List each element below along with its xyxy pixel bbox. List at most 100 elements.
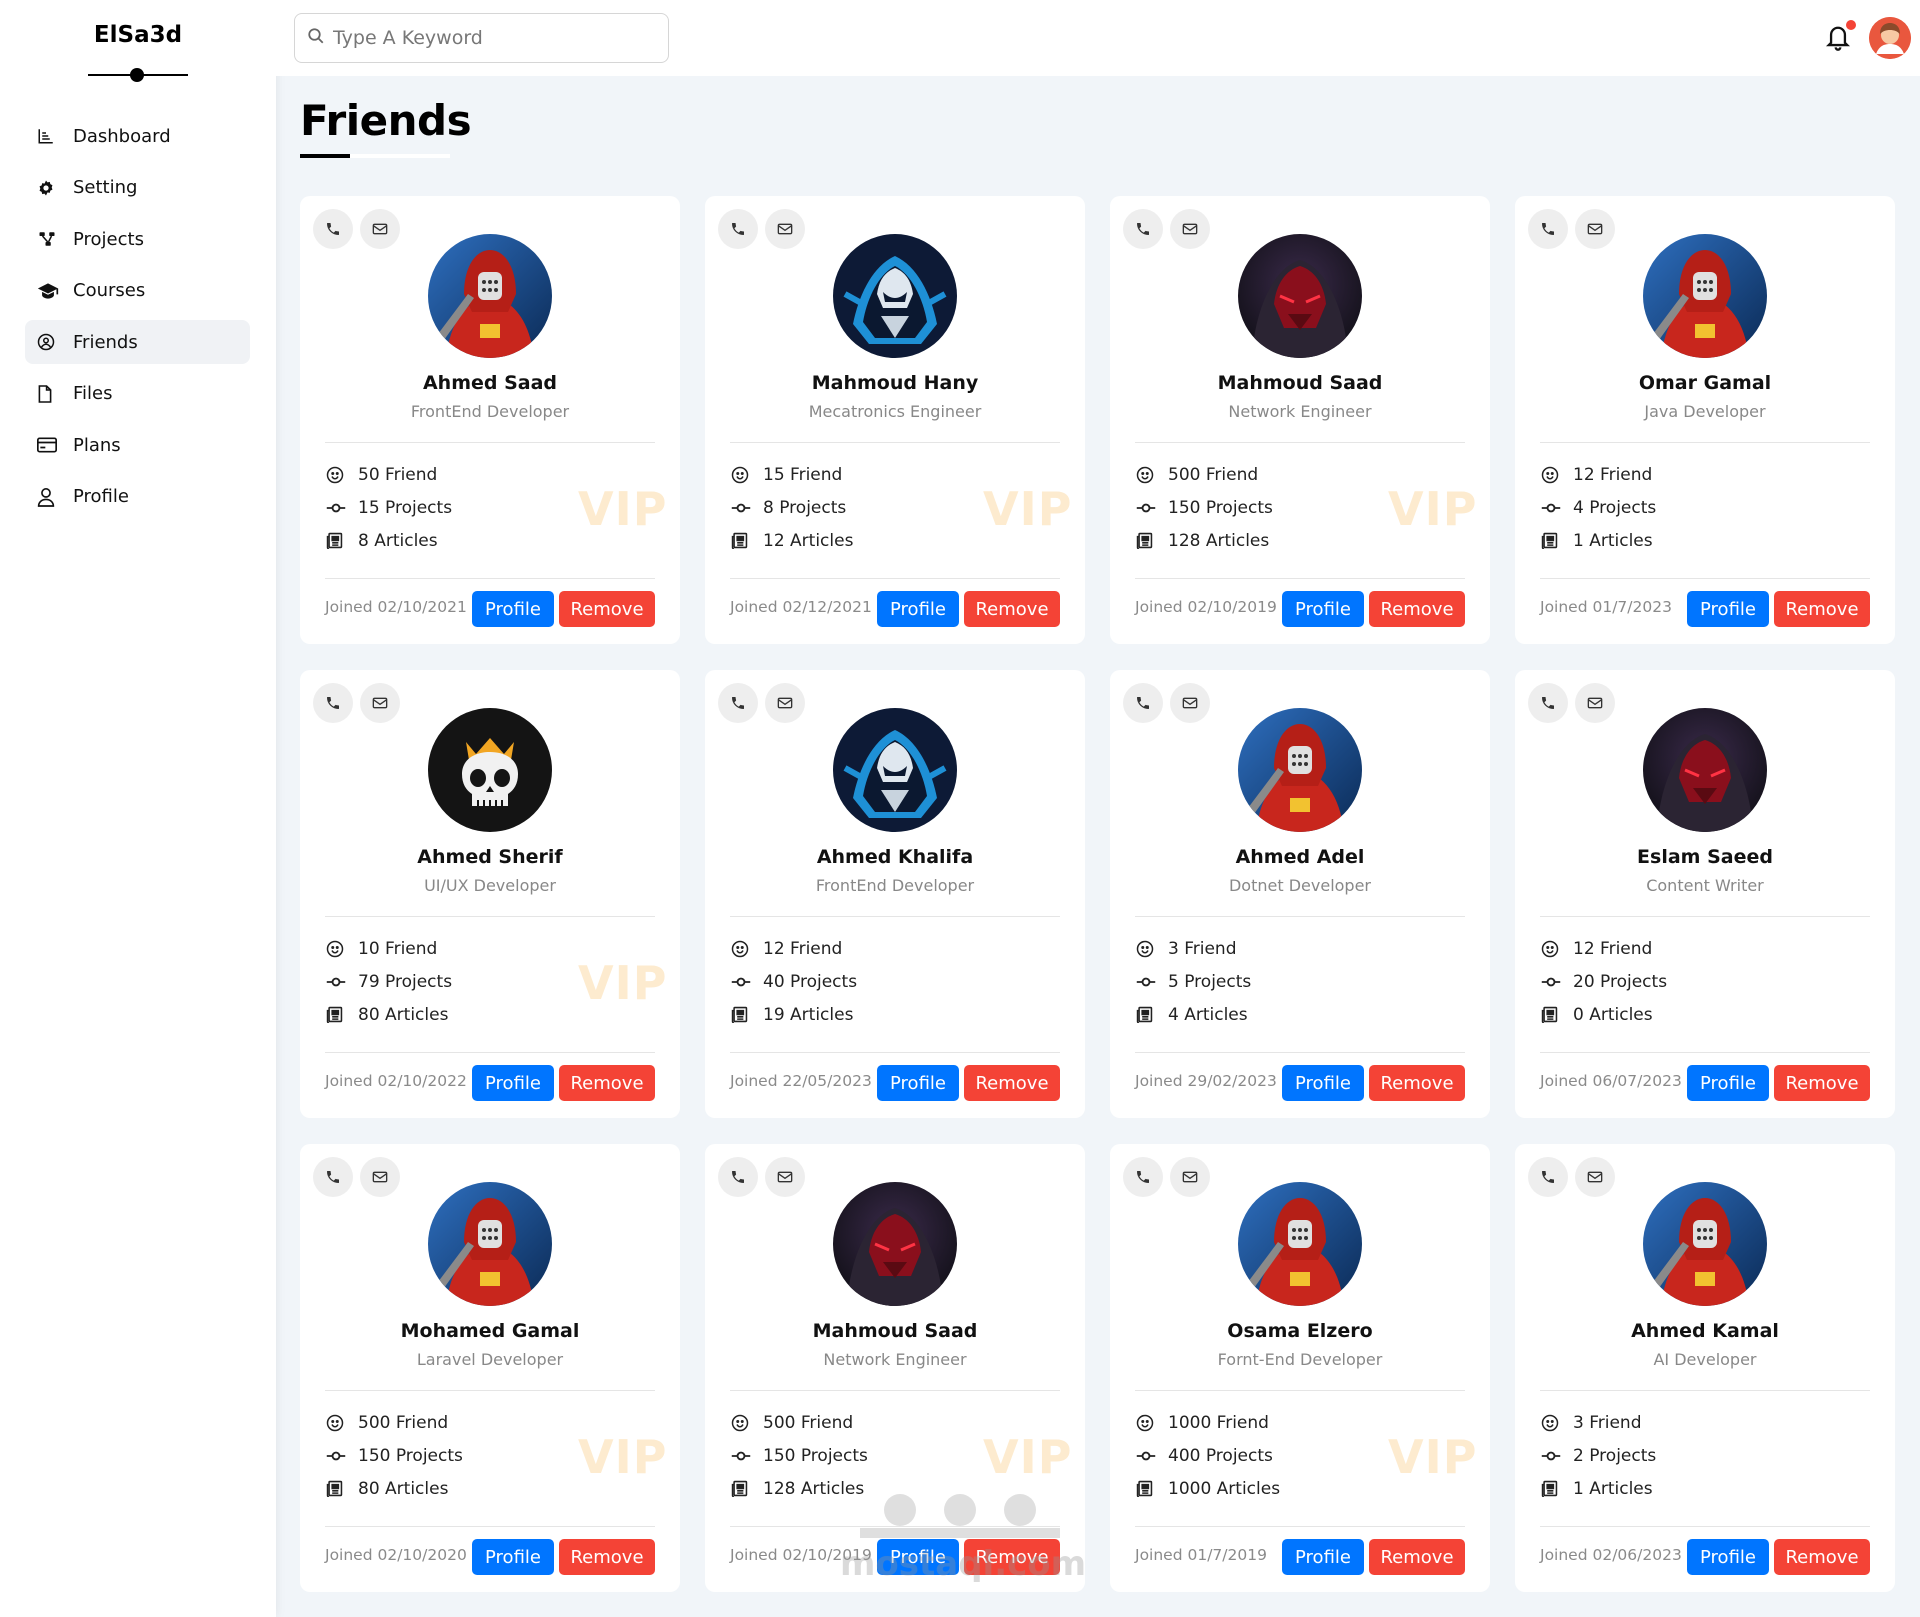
profile-button[interactable]: Profile	[1282, 1065, 1364, 1101]
profile-button[interactable]: Profile	[877, 1539, 959, 1575]
phone-icon[interactable]	[1528, 683, 1568, 723]
mail-icon[interactable]	[360, 1157, 400, 1197]
remove-button[interactable]: Remove	[559, 1065, 655, 1101]
sidebar-item-plans[interactable]: Plans	[25, 423, 250, 467]
vip-badge: VIP	[578, 1430, 668, 1484]
stat-projects: 150 Projects	[1136, 491, 1273, 524]
profile-button[interactable]: Profile	[1687, 1065, 1769, 1101]
profile-button[interactable]: Profile	[472, 591, 554, 627]
remove-button[interactable]: Remove	[1774, 591, 1870, 627]
mail-icon[interactable]	[1575, 683, 1615, 723]
remove-button[interactable]: Remove	[964, 591, 1060, 627]
commit-icon	[1541, 1446, 1563, 1466]
sidebar-item-profile[interactable]: Profile	[25, 475, 250, 519]
diagram-icon	[37, 229, 63, 249]
friend-card: Ahmed Sherif UI/UX Developer 10 Friend 79 P…	[300, 670, 680, 1118]
sidebar-item-files[interactable]: Files	[25, 372, 250, 416]
newspaper-icon	[1541, 531, 1563, 551]
phone-icon[interactable]	[718, 683, 758, 723]
sidebar-item-courses[interactable]: Courses	[25, 269, 250, 313]
search-box[interactable]	[294, 13, 669, 63]
profile-button[interactable]: Profile	[877, 591, 959, 627]
phone-icon[interactable]	[718, 209, 758, 249]
joined-date: Joined 02/12/2021	[730, 598, 872, 616]
sidebar-nav: Dashboard Setting Projects Courses Friends Fi…	[25, 114, 250, 526]
profile-button[interactable]: Profile	[472, 1539, 554, 1575]
phone-icon[interactable]	[1123, 1157, 1163, 1197]
friend-card: Eslam Saeed Content Writer 12 Friend 20 Pro…	[1515, 670, 1895, 1118]
vip-badge: VIP	[983, 482, 1073, 536]
stat-articles-value: 1 Articles	[1573, 530, 1653, 551]
sidebar-item-projects[interactable]: Projects	[25, 217, 250, 261]
mail-icon[interactable]	[360, 209, 400, 249]
phone-icon[interactable]	[313, 683, 353, 723]
phone-icon[interactable]	[718, 1157, 758, 1197]
mail-icon[interactable]	[360, 683, 400, 723]
mail-icon[interactable]	[765, 1157, 805, 1197]
stat-friends: 500 Friend	[731, 1406, 868, 1439]
stat-projects: 8 Projects	[731, 491, 853, 524]
mail-icon[interactable]	[1575, 1157, 1615, 1197]
commit-icon	[731, 498, 753, 518]
profile-button[interactable]: Profile	[472, 1065, 554, 1101]
stat-projects-value: 40 Projects	[763, 971, 858, 992]
phone-icon[interactable]	[1123, 209, 1163, 249]
remove-button[interactable]: Remove	[559, 591, 655, 627]
card-divider	[730, 1052, 1060, 1053]
friends-grid: Ahmed Saad FrontEnd Developer 50 Friend 15 …	[300, 196, 1896, 1592]
profile-button[interactable]: Profile	[1282, 1539, 1364, 1575]
profile-button[interactable]: Profile	[1282, 591, 1364, 627]
sidebar-item-friends[interactable]: Friends	[25, 320, 250, 364]
mail-icon[interactable]	[765, 209, 805, 249]
friend-avatar	[833, 1182, 957, 1306]
mail-icon[interactable]	[765, 683, 805, 723]
mail-icon[interactable]	[1575, 209, 1615, 249]
profile-button[interactable]: Profile	[877, 1065, 959, 1101]
remove-button[interactable]: Remove	[1369, 1065, 1465, 1101]
mail-icon[interactable]	[1170, 1157, 1210, 1197]
smile-icon	[326, 1413, 348, 1433]
smile-icon	[1541, 939, 1563, 959]
remove-button[interactable]: Remove	[964, 1539, 1060, 1575]
commit-icon	[326, 972, 348, 992]
card-divider	[1135, 916, 1465, 917]
stat-articles-value: 0 Articles	[1573, 1004, 1653, 1025]
phone-icon[interactable]	[313, 1157, 353, 1197]
friend-avatar	[1238, 708, 1362, 832]
stat-articles-value: 12 Articles	[763, 530, 854, 551]
vip-badge: VIP	[1388, 1430, 1478, 1484]
mail-icon[interactable]	[1170, 683, 1210, 723]
avatar[interactable]	[1869, 17, 1911, 59]
friend-role: FrontEnd Developer	[815, 876, 975, 895]
commit-icon	[731, 1446, 753, 1466]
profile-button[interactable]: Profile	[1687, 591, 1769, 627]
phone-icon[interactable]	[1528, 209, 1568, 249]
remove-button[interactable]: Remove	[1774, 1539, 1870, 1575]
remove-button[interactable]: Remove	[1774, 1065, 1870, 1101]
stat-friends: 500 Friend	[1136, 458, 1273, 491]
remove-button[interactable]: Remove	[559, 1539, 655, 1575]
sidebar-item-dashboard[interactable]: Dashboard	[25, 114, 250, 158]
friend-card: Mahmoud Saad Network Engineer 500 Friend 15…	[1110, 196, 1490, 644]
newspaper-icon	[731, 531, 753, 551]
mail-icon[interactable]	[1170, 209, 1210, 249]
profile-button[interactable]: Profile	[1687, 1539, 1769, 1575]
friend-name: Mahmoud Saad	[812, 1320, 978, 1342]
stat-friends-value: 12 Friend	[1573, 464, 1653, 485]
phone-icon[interactable]	[1123, 683, 1163, 723]
friend-stats: 1000 Friend 400 Projects 1000 Articles	[1136, 1406, 1280, 1505]
sidebar-item-setting[interactable]: Setting	[25, 166, 250, 210]
remove-button[interactable]: Remove	[1369, 1539, 1465, 1575]
remove-button[interactable]: Remove	[1369, 591, 1465, 627]
sidebar-item-label: Courses	[73, 280, 146, 301]
user-icon	[37, 487, 63, 507]
search-input[interactable]	[333, 27, 653, 49]
remove-button[interactable]: Remove	[964, 1065, 1060, 1101]
friend-avatar	[1238, 1182, 1362, 1306]
friend-name: Eslam Saeed	[1637, 846, 1773, 868]
page-title: Friends	[300, 96, 472, 145]
commit-icon	[731, 972, 753, 992]
phone-icon[interactable]	[1528, 1157, 1568, 1197]
phone-icon[interactable]	[313, 209, 353, 249]
stat-projects: 4 Projects	[1541, 491, 1656, 524]
